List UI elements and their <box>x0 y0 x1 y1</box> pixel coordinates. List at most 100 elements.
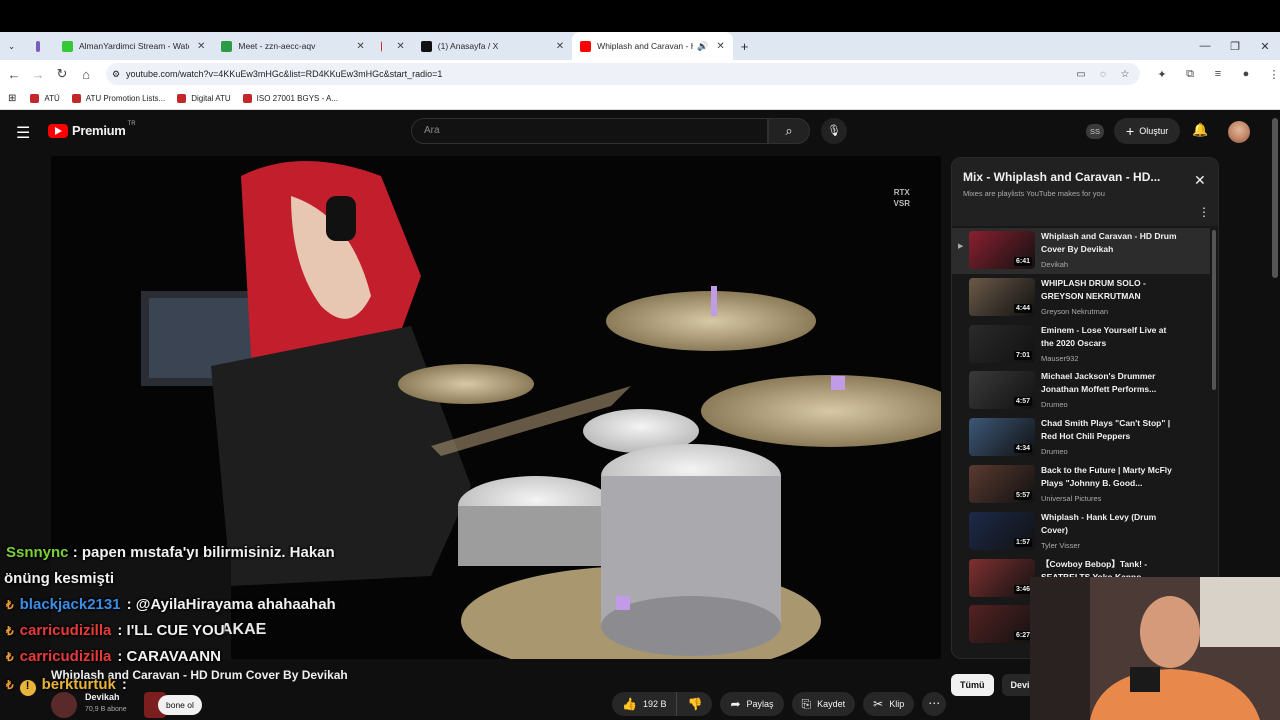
playlist-item[interactable]: 4:57 Michael Jackson's Drummer Jonathan M… <box>952 368 1210 414</box>
playlist-item[interactable]: 7:01 Eminem - Lose Yourself Live at the 2… <box>952 322 1210 368</box>
playlist-item-title[interactable]: Eminem - Lose Yourself Live at the 2020 … <box>1041 324 1181 350</box>
tab-pinned[interactable] <box>28 32 54 60</box>
video-thumbnail[interactable]: 6:27 <box>969 605 1035 644</box>
close-icon[interactable]: ✕ <box>556 41 564 52</box>
media-icon[interactable]: ≡ <box>1204 68 1232 80</box>
maximize-icon[interactable]: ❐ <box>1220 40 1250 53</box>
close-icon[interactable]: ✕ <box>716 41 724 52</box>
chip-all[interactable]: Tümü <box>951 674 994 696</box>
share-icon: ➦ <box>730 697 741 711</box>
close-icon[interactable]: ✕ <box>1194 172 1206 189</box>
video-thumbnail[interactable]: 6:41 <box>969 231 1035 269</box>
create-button[interactable]: + Oluştur <box>1114 118 1181 144</box>
chat-badge: ! <box>19 680 36 696</box>
playlist-item[interactable]: 4:44 WHIPLASH DRUM SOLO - GREYSON NEKRUTM… <box>952 275 1210 321</box>
video-player[interactable]: AKAE RTX VSR <box>51 156 941 659</box>
youtube-logo[interactable]: Premium TR <box>48 121 136 138</box>
bookmark-item[interactable]: ATU Promotion Lists... <box>71 94 165 103</box>
cast-icon[interactable]: ▭ <box>1070 69 1092 80</box>
playlist-item-title[interactable]: Back to the Future | Marty McFly Plays "… <box>1041 464 1181 490</box>
chat-text: : @AyilaHirayama ahahaahah <box>126 596 336 613</box>
video-thumbnail[interactable]: 3:46 <box>969 558 1035 597</box>
tab-recording[interactable]: ✕ <box>373 32 413 60</box>
more-vert-icon[interactable]: ⋮ <box>1198 205 1210 219</box>
playlist-item[interactable]: 1:57 Whiplash - Hank Levy (Drum Cover) Tyl… <box>952 509 1210 555</box>
playlist-item-channel[interactable]: Universal Pictures <box>1041 494 1101 503</box>
chip-label: Tümü <box>960 680 985 690</box>
video-thumbnail[interactable]: 4:44 <box>969 277 1035 316</box>
voice-search-button[interactable]: 🎙 <box>821 118 847 144</box>
page-scrollbar[interactable] <box>1272 118 1278 278</box>
eye-off-icon[interactable]: ◌ <box>1092 69 1114 80</box>
video-thumbnail[interactable]: 4:57 <box>969 371 1035 410</box>
playlist-item-channel[interactable]: Drumeo <box>1041 447 1068 456</box>
webcam-overlay <box>1030 577 1280 720</box>
duration-badge: 1:57 <box>1013 537 1032 547</box>
now-playing-icon: ▶ <box>958 243 964 250</box>
tab-label: Whiplash and Caravan - HD <box>597 41 694 51</box>
playlist-item-title[interactable]: Whiplash and Caravan - HD Drum Cover By … <box>1041 230 1181 256</box>
bookmark-item[interactable]: Digital ATU <box>177 94 231 103</box>
notifications-bell-icon[interactable]: 🔔 <box>1192 122 1208 138</box>
playlist-item-title[interactable]: Michael Jackson's Drummer Jonathan Moffe… <box>1041 370 1181 396</box>
playlist-item[interactable]: 5:57 Back to the Future | Marty McFly Pla… <box>952 462 1210 508</box>
playlist-title[interactable]: Mix - Whiplash and Caravan - HD... <box>963 170 1173 184</box>
playlist-item-title[interactable]: Whiplash - Hank Levy (Drum Cover) <box>1041 511 1181 537</box>
puzzle-icon[interactable]: ⧉ <box>1176 68 1204 81</box>
playlist-item-title[interactable]: WHIPLASH DRUM SOLO - GREYSON NEKRUTMAN <box>1041 277 1181 303</box>
share-button[interactable]: ➦ Paylaş <box>720 692 784 716</box>
new-tab-button[interactable]: + <box>733 32 757 60</box>
playlist-item[interactable]: 4:34 Chad Smith Plays "Can't Stop" | Red … <box>952 415 1210 461</box>
reload-icon[interactable]: ↻ <box>50 66 74 82</box>
user-avatar[interactable] <box>1228 121 1250 143</box>
dislike-button[interactable]: 👎 <box>677 692 713 716</box>
playlist-scrollbar[interactable] <box>1212 230 1216 390</box>
home-icon[interactable]: ⌂ <box>74 67 98 82</box>
tab-list-button[interactable]: ⌄ <box>0 32 28 60</box>
search-button[interactable]: ⌕ <box>768 118 810 144</box>
back-icon[interactable]: ← <box>2 67 26 82</box>
more-actions-button[interactable]: ⋯ <box>922 692 947 716</box>
ss-badge[interactable]: SS <box>1086 124 1105 139</box>
close-icon[interactable]: ✕ <box>396 41 404 52</box>
playlist-item[interactable]: ▶ 6:41 Whiplash and Caravan - HD Drum Cove… <box>952 228 1210 274</box>
video-thumbnail[interactable]: 1:57 <box>969 511 1035 550</box>
video-frame: AKAE <box>51 156 941 659</box>
profile-icon[interactable]: ● <box>1232 68 1260 80</box>
playlist-item-title[interactable]: Chad Smith Plays "Can't Stop" | Red Hot … <box>1041 417 1181 443</box>
save-button[interactable]: ⎘ Kaydet <box>791 692 856 716</box>
close-window-icon[interactable]: ✕ <box>1250 40 1280 53</box>
site-info-icon[interactable]: ⚙ <box>112 69 120 80</box>
video-thumbnail[interactable]: 5:57 <box>969 465 1035 503</box>
playlist-item-channel[interactable]: Greyson Nekrutman <box>1041 307 1108 316</box>
chat-text: : papen mıstafa'yı bilirmisiniz. Hakan <box>72 544 335 561</box>
clip-button[interactable]: ✂ Klip <box>863 692 915 716</box>
bookmark-item[interactable]: ATÜ <box>30 94 60 103</box>
svg-text:AKAE: AKAE <box>221 621 267 638</box>
playlist-item-channel[interactable]: Devikah <box>1041 260 1068 269</box>
search-input[interactable]: Ara <box>411 118 768 144</box>
tab-almanyardimci[interactable]: AlmanYardimci Stream - Watch ✕ <box>54 32 213 60</box>
apps-grid-icon[interactable]: ⊞ <box>8 93 16 104</box>
audio-icon[interactable]: 🔊 <box>697 41 708 52</box>
like-button[interactable]: 👍 192 B <box>612 692 678 716</box>
playlist-item-channel[interactable]: Drumeo <box>1041 400 1068 409</box>
extension-icon[interactable]: ✦ <box>1148 68 1176 81</box>
video-thumbnail[interactable]: 7:01 <box>969 324 1035 363</box>
minimize-icon[interactable]: — <box>1190 40 1220 52</box>
subscribe-button[interactable]: bone ol <box>158 695 202 715</box>
close-icon[interactable]: ✕ <box>356 41 364 52</box>
tab-x[interactable]: (1) Anasayfa / X ✕ <box>413 32 572 60</box>
tab-youtube-active[interactable]: Whiplash and Caravan - HD 🔊 ✕ <box>572 32 733 60</box>
playlist-item-channel[interactable]: Tyler Visser <box>1041 541 1080 550</box>
close-icon[interactable]: ✕ <box>197 41 205 52</box>
bookmark-item[interactable]: ISO 27001 BGYS - A... <box>242 94 338 103</box>
more-vert-icon[interactable]: ⋮ <box>1260 68 1280 81</box>
video-thumbnail[interactable]: 4:34 <box>969 418 1035 457</box>
playlist-item-channel[interactable]: Mauser932 <box>1041 354 1079 363</box>
star-icon[interactable]: ☆ <box>1114 69 1136 80</box>
tab-meet[interactable]: Meet - zzn-aecc-aqv ✕ <box>213 32 372 60</box>
forward-icon[interactable]: → <box>26 67 50 82</box>
address-bar[interactable]: ⚙ youtube.com/watch?v=4KKuEw3mHGc&list=R… <box>106 63 1140 85</box>
hamburger-menu-icon[interactable]: ☰ <box>16 123 30 143</box>
